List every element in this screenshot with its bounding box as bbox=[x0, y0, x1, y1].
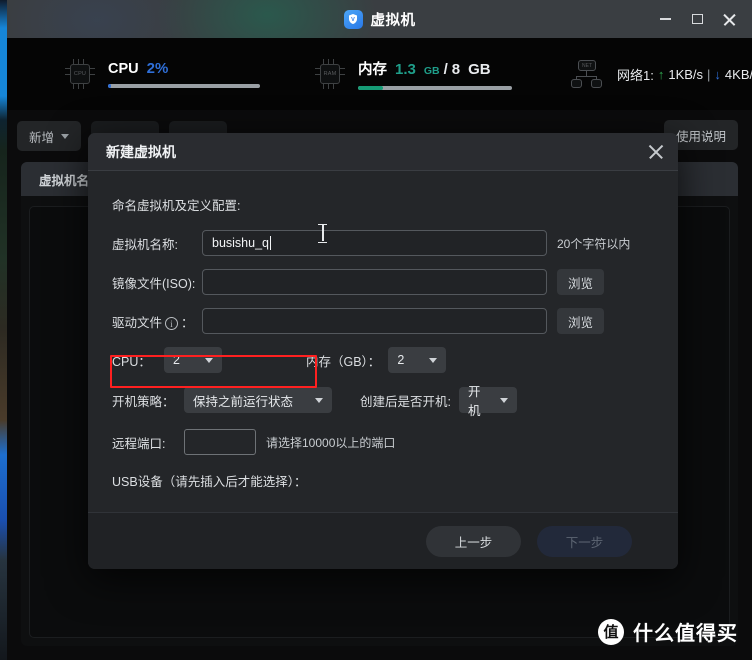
window-title: 虚拟机 bbox=[370, 12, 416, 29]
svg-text:V: V bbox=[351, 17, 355, 23]
chevron-down-icon bbox=[61, 133, 70, 139]
resource-stats-bar: CPU CPU 2% RAM 内存 1.3 GB / 8 GB NET 网络1:… bbox=[7, 38, 752, 110]
memory-total-unit: GB bbox=[468, 61, 491, 78]
cpu-memory-row: CPU： 2 内存（GB）： 2 bbox=[112, 347, 654, 373]
memory-label: 内存 bbox=[358, 62, 387, 78]
watermark-logo: 值 bbox=[598, 618, 624, 645]
previous-step-button[interactable]: 上一步 bbox=[426, 525, 521, 557]
chevron-down-icon bbox=[205, 357, 213, 363]
driver-label: 驱动文件 i： bbox=[112, 312, 202, 331]
mouse-cursor-ibeam bbox=[318, 224, 327, 243]
maximize-icon[interactable] bbox=[682, 4, 712, 34]
close-icon[interactable] bbox=[714, 4, 744, 34]
info-icon[interactable]: i bbox=[165, 317, 179, 330]
remote-port-row: 远程端口: 请选择10000以上的端口 bbox=[112, 429, 654, 455]
chevron-down-icon bbox=[429, 357, 438, 363]
cpu-select-value: 2 bbox=[173, 353, 180, 367]
cpu-field-label: CPU： bbox=[112, 354, 151, 369]
new-vm-dialog: 新建虚拟机 命名虚拟机及定义配置: 虚拟机名称: busishu_q 20个字符… bbox=[88, 133, 678, 569]
window-controls bbox=[650, 0, 744, 38]
boot-policy-row: 开机策略： 保持之前运行状态 创建后是否开机: 开机 bbox=[112, 385, 654, 418]
memory-total: 8 bbox=[451, 61, 461, 78]
vm-name-input[interactable]: busishu_q bbox=[202, 230, 547, 256]
cpu-stat: CPU CPU 2% bbox=[65, 59, 260, 89]
text-caret bbox=[270, 236, 271, 250]
window-titlebar[interactable]: V 虚拟机 bbox=[7, 0, 752, 38]
memory-select[interactable]: 2 bbox=[388, 347, 447, 373]
iso-input[interactable] bbox=[202, 269, 547, 295]
watermark: 值 什么值得买 bbox=[598, 617, 738, 646]
memory-used-unit: GB bbox=[423, 65, 440, 77]
boot-after-create-label: 创建后是否开机: bbox=[360, 394, 451, 409]
help-label: 使用说明 bbox=[675, 129, 726, 144]
driver-browse-button[interactable]: 浏览 bbox=[557, 308, 605, 334]
cpu-value: 2% bbox=[146, 60, 169, 77]
window-title-group: V 虚拟机 bbox=[7, 0, 752, 38]
network-speeds: 网络1: ↑ 1KB/s | ↓ 4KB/s bbox=[617, 65, 752, 84]
driver-row: 驱动文件 i： 浏览 bbox=[112, 308, 654, 334]
vm-name-row: 虚拟机名称: busishu_q 20个字符以内 bbox=[112, 230, 654, 256]
chevron-down-icon bbox=[315, 397, 323, 403]
shield-v-icon: V bbox=[343, 9, 363, 29]
cpu-label: CPU bbox=[108, 61, 139, 77]
boot-policy-select[interactable]: 保持之前运行状态 bbox=[184, 387, 332, 413]
memory-field-label: 内存（GB）： bbox=[306, 354, 381, 369]
cpu-progress-track bbox=[108, 84, 260, 88]
ram-chip-icon: RAM bbox=[315, 59, 345, 89]
memory-used: 1.3 bbox=[395, 61, 416, 78]
dialog-title: 新建虚拟机 bbox=[106, 143, 176, 160]
iso-browse-label: 浏览 bbox=[568, 276, 594, 291]
vm-name-label: 虚拟机名称: bbox=[112, 237, 178, 252]
dialog-footer: 上一步 下一步 bbox=[88, 512, 678, 569]
usb-label: USB设备（请先插入后才能选择）： bbox=[112, 475, 307, 489]
speed-separator: | bbox=[707, 66, 711, 82]
boot-after-create-value: 开机 bbox=[467, 385, 481, 418]
minimize-icon[interactable] bbox=[650, 4, 680, 34]
boot-policy-label: 开机策略： bbox=[112, 394, 175, 409]
boot-policy-value: 保持之前运行状态 bbox=[193, 394, 294, 409]
chevron-down-icon bbox=[499, 397, 508, 403]
app-root: V 虚拟机 CPU CPU 2% RAM 内存 1.3 GB / 8 GB NE… bbox=[0, 0, 752, 660]
memory-progress-fill bbox=[358, 86, 383, 90]
vm-name-note: 20个字符以内 bbox=[557, 236, 631, 251]
driver-label-text: 驱动文件 bbox=[112, 315, 163, 330]
memory-progress-track bbox=[358, 86, 512, 90]
desktop-background-edge bbox=[0, 0, 7, 660]
usb-row: USB设备（请先插入后才能选择）： bbox=[112, 471, 654, 490]
remote-port-input[interactable] bbox=[184, 429, 256, 455]
cpu-progress-fill bbox=[108, 84, 111, 88]
next-step-label: 下一步 bbox=[565, 535, 604, 550]
memory-select-value: 2 bbox=[397, 353, 405, 367]
next-step-button[interactable]: 下一步 bbox=[537, 525, 632, 557]
watermark-text: 什么值得买 bbox=[633, 623, 738, 645]
memory-separator: / bbox=[443, 61, 448, 78]
network-stat: NET 网络1: ↑ 1KB/s | ↓ 4KB/s bbox=[570, 58, 752, 90]
add-vm-label: 新增 bbox=[29, 130, 55, 145]
cpu-select[interactable]: 2 bbox=[164, 347, 222, 373]
iso-row: 镜像文件(ISO): 浏览 bbox=[112, 269, 654, 295]
remote-port-label: 远程端口: bbox=[112, 436, 166, 451]
upload-arrow-icon: ↑ bbox=[657, 66, 665, 82]
iso-label: 镜像文件(ISO): bbox=[112, 276, 196, 291]
dialog-body: 命名虚拟机及定义配置: 虚拟机名称: busishu_q 20个字符以内 镜像文… bbox=[88, 171, 678, 512]
previous-step-label: 上一步 bbox=[454, 535, 493, 550]
driver-label-colon: ： bbox=[181, 315, 194, 330]
download-arrow-icon: ↓ bbox=[714, 66, 721, 82]
dialog-header: 新建虚拟机 bbox=[88, 133, 678, 171]
network-label: 网络1: bbox=[617, 67, 654, 83]
boot-after-create-select[interactable]: 开机 bbox=[458, 385, 517, 418]
vm-name-value: busishu_q bbox=[212, 236, 269, 250]
network-icon: NET bbox=[570, 58, 604, 90]
remote-port-note: 请选择10000以上的端口 bbox=[266, 435, 396, 450]
dialog-hint: 命名虚拟机及定义配置: bbox=[112, 199, 241, 213]
upload-speed: 1KB/s bbox=[668, 66, 704, 82]
cpu-chip-icon: CPU bbox=[65, 59, 95, 89]
driver-input[interactable] bbox=[202, 308, 547, 334]
iso-browse-button[interactable]: 浏览 bbox=[557, 269, 605, 295]
add-vm-button[interactable]: 新增 bbox=[17, 121, 82, 151]
memory-stat: RAM 内存 1.3 GB / 8 GB bbox=[315, 58, 512, 90]
driver-browse-label: 浏览 bbox=[568, 315, 594, 330]
close-icon[interactable] bbox=[646, 142, 666, 162]
download-speed: 4KB/s bbox=[724, 66, 752, 82]
